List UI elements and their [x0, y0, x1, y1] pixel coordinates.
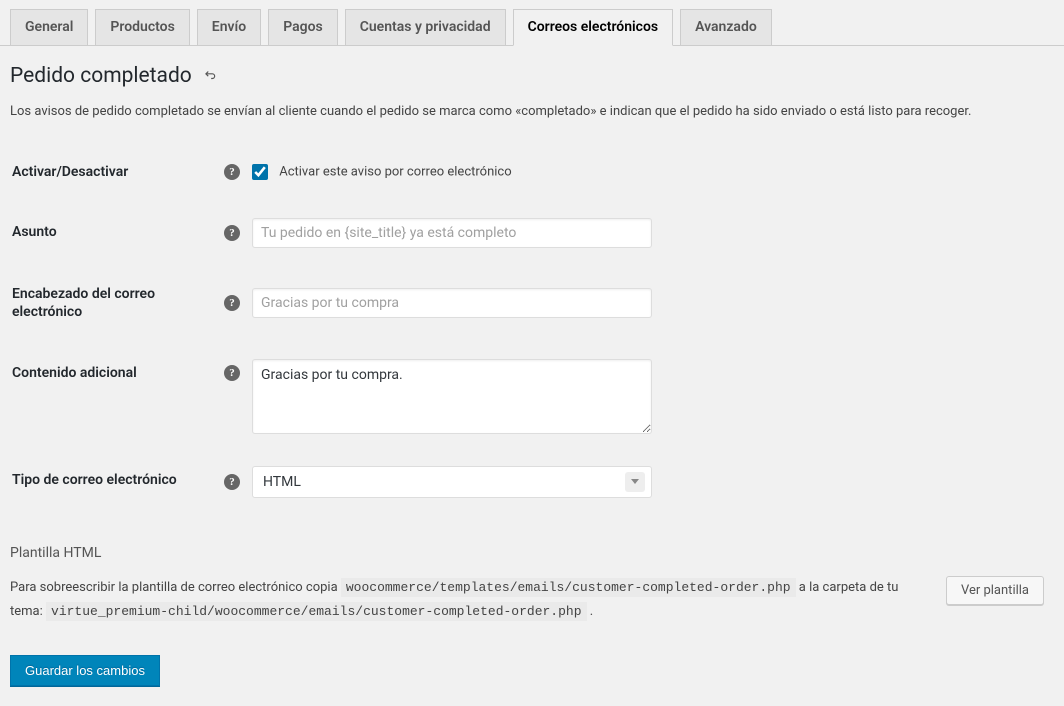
template-override-text: Para sobreescribir la plantilla de corre… [10, 576, 926, 625]
page-description: Los avisos de pedido completado se envía… [10, 102, 1044, 122]
template-text-suffix: . [590, 604, 593, 619]
help-icon[interactable]: ? [224, 474, 240, 490]
template-text-prefix: Para sobreescribir la plantilla de corre… [10, 580, 338, 595]
tab-general[interactable]: General [10, 9, 88, 45]
template-section-title: Plantilla HTML [10, 545, 1044, 561]
tab-products[interactable]: Productos [95, 9, 189, 45]
tab-accounts-privacy[interactable]: Cuentas y privacidad [345, 9, 506, 45]
tab-shipping[interactable]: Envío [197, 9, 261, 45]
email-type-select[interactable]: HTML [252, 466, 652, 498]
return-arrow-icon [203, 68, 217, 82]
enable-checkbox-text: Activar este aviso por correo electrónic… [279, 165, 511, 180]
chevron-down-icon [625, 472, 645, 492]
email-type-label: Tipo de correo electrónico [12, 451, 212, 513]
template-source-path: woocommerce/templates/emails/customer-co… [341, 578, 796, 597]
help-icon[interactable]: ? [224, 164, 240, 180]
subject-label: Asunto [12, 203, 212, 263]
settings-form: Activar/Desactivar ? Activar este aviso … [10, 141, 1044, 515]
page-title: Pedido completado [10, 46, 1044, 92]
heading-label: Encabezado del correo electrónico [12, 265, 212, 341]
subject-input[interactable] [252, 218, 652, 248]
enable-label: Activar/Desactivar [12, 143, 212, 201]
help-icon[interactable]: ? [224, 365, 240, 381]
enable-checkbox-label[interactable]: Activar este aviso por correo electrónic… [252, 164, 512, 180]
help-icon[interactable]: ? [224, 225, 240, 241]
enable-checkbox[interactable] [252, 164, 268, 180]
tab-emails[interactable]: Correos electrónicos [513, 9, 674, 46]
tab-advanced[interactable]: Avanzado [680, 9, 772, 45]
email-type-selected: HTML [263, 474, 301, 490]
page-title-text: Pedido completado [10, 64, 192, 88]
view-template-button[interactable]: Ver plantilla [946, 576, 1044, 605]
back-link[interactable] [203, 67, 217, 86]
tab-payments[interactable]: Pagos [268, 9, 338, 45]
help-icon[interactable]: ? [224, 295, 240, 311]
heading-input[interactable] [252, 288, 652, 318]
additional-label: Contenido adicional [12, 344, 212, 449]
template-dest-path: virtue_premium-child/woocommerce/emails/… [46, 602, 587, 621]
additional-content-textarea[interactable] [252, 359, 652, 434]
settings-tabs: General Productos Envío Pagos Cuentas y … [0, 0, 1064, 46]
save-changes-button[interactable]: Guardar los cambios [10, 655, 160, 686]
